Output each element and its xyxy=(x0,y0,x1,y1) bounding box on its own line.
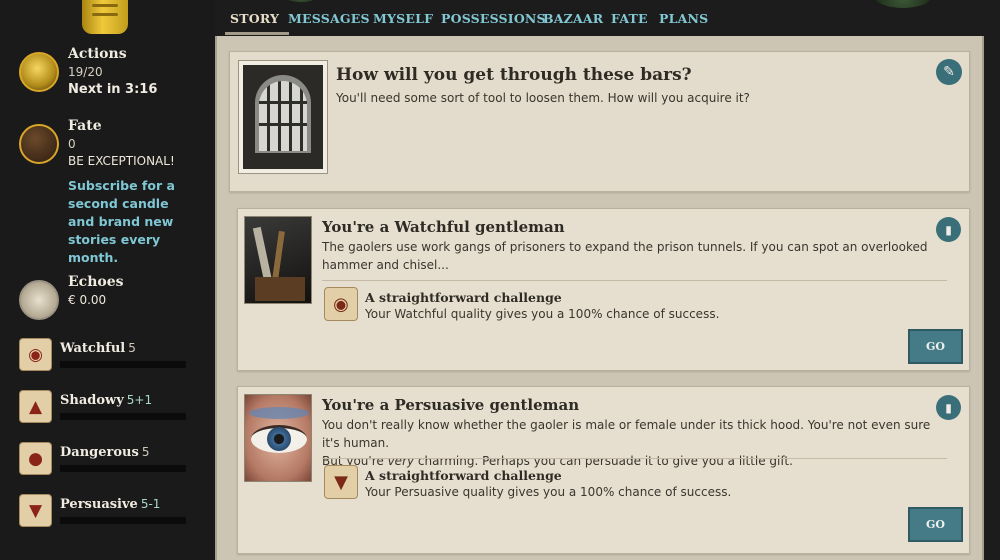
quality-level: 5-1 xyxy=(140,497,161,511)
decorative-foliage xyxy=(281,0,321,2)
challenge-title: A straightforward challenge xyxy=(365,290,562,305)
subscribe-link[interactable]: Subscribe for a second candle and brand … xyxy=(68,177,198,267)
echoes-coin-icon xyxy=(19,280,59,320)
quality-shadowy[interactable]: Shadowy 5+1 xyxy=(60,393,152,408)
persuasive-fox-icon: ▼ xyxy=(19,494,52,527)
quality-level: 5 xyxy=(141,445,150,459)
tab-messages[interactable]: MESSAGES xyxy=(288,11,370,26)
branch-card-persuasive: You're a Persuasive gentleman You don't … xyxy=(237,386,970,554)
divider xyxy=(322,458,947,459)
actions-next-timer: Next in 3:16 xyxy=(68,82,158,97)
quality-progress-bar xyxy=(60,413,186,420)
quality-progress-bar xyxy=(60,517,186,524)
branch-image-eye xyxy=(244,394,312,482)
quality-level: 5 xyxy=(128,341,136,355)
tab-story[interactable]: STORY xyxy=(230,11,279,26)
divider xyxy=(322,280,947,281)
quality-name: Shadowy xyxy=(60,393,124,408)
quality-name: Dangerous xyxy=(60,445,139,460)
emphasis-text: very xyxy=(387,454,415,468)
actions-label: Actions xyxy=(68,46,127,62)
decorative-foliage xyxy=(875,0,931,8)
quality-progress-bar xyxy=(60,465,186,472)
tab-myself[interactable]: MYSELF xyxy=(373,11,433,26)
quality-progress-bar xyxy=(60,361,186,368)
branch-description-text: charming. Perhaps you can persuade it to… xyxy=(414,454,793,468)
bookmark-button[interactable]: ▮ xyxy=(936,395,961,420)
branch-description: You don't really know whether the gaoler… xyxy=(322,416,946,470)
sidebar: Actions 19/20 Next in 3:16 Fate 0 BE EXC… xyxy=(0,0,215,560)
active-tab-indicator xyxy=(225,32,289,35)
echoes-label: Echoes xyxy=(68,274,124,290)
storylet-title: How will you get through these bars? xyxy=(336,65,692,85)
persuasive-fox-icon: ▼ xyxy=(324,465,358,499)
watchful-owl-icon: ◉ xyxy=(324,287,358,321)
actions-value: 19/20 xyxy=(68,65,103,79)
quality-name: Watchful xyxy=(60,341,126,356)
challenge-description: Your Persuasive quality gives you a 100%… xyxy=(365,485,732,499)
quality-level: 5+1 xyxy=(126,393,153,407)
tab-bazaar[interactable]: BAZAAR xyxy=(543,11,603,26)
quality-name: Persuasive xyxy=(60,497,138,512)
main-tabs: STORY MESSAGES MYSELF POSSESSIONS BAZAAR… xyxy=(215,0,1000,36)
edit-pencil-button[interactable]: ✎ xyxy=(936,59,962,85)
quality-persuasive[interactable]: Persuasive 5-1 xyxy=(60,497,160,512)
quality-watchful[interactable]: Watchful 5 xyxy=(60,341,136,356)
storylet-card: How will you get through these bars? You… xyxy=(229,51,970,192)
actions-candle-icon xyxy=(19,52,59,92)
quality-dangerous[interactable]: Dangerous 5 xyxy=(60,445,149,460)
dangerous-bear-icon: ● xyxy=(19,442,52,475)
branch-description: The gaolers use work gangs of prisoners … xyxy=(322,240,928,272)
candle-icon xyxy=(82,0,128,34)
fate-label: Fate xyxy=(68,118,102,134)
go-button[interactable]: GO xyxy=(908,507,963,542)
challenge-description: Your Watchful quality gives you a 100% c… xyxy=(365,307,720,321)
tab-plans[interactable]: PLANS xyxy=(659,11,708,26)
storylet-description: You'll need some sort of tool to loosen … xyxy=(336,91,750,105)
branch-title: You're a Persuasive gentleman xyxy=(322,396,580,414)
storylet-image xyxy=(238,60,328,174)
branch-image-tools xyxy=(244,216,312,304)
branch-title: You're a Watchful gentleman xyxy=(322,218,565,236)
fate-tagline: BE EXCEPTIONAL! xyxy=(68,154,175,168)
branch-card-watchful: You're a Watchful gentleman The gaolers … xyxy=(237,208,970,371)
echoes-value: € 0.00 xyxy=(68,293,107,307)
tab-fate[interactable]: FATE xyxy=(611,11,648,26)
branch-description-text: You don't really know whether the gaoler… xyxy=(322,418,931,450)
fate-value: 0 xyxy=(68,137,76,151)
story-panel: How will you get through these bars? You… xyxy=(215,36,984,560)
watchful-owl-icon: ◉ xyxy=(19,338,52,371)
tab-possessions[interactable]: POSSESSIONS xyxy=(441,11,546,26)
fate-book-icon xyxy=(19,124,59,164)
challenge-title: A straightforward challenge xyxy=(365,468,562,483)
bookmark-button[interactable]: ▮ xyxy=(936,217,961,242)
shadowy-cat-icon: ▲ xyxy=(19,390,52,423)
go-button[interactable]: GO xyxy=(908,329,963,364)
